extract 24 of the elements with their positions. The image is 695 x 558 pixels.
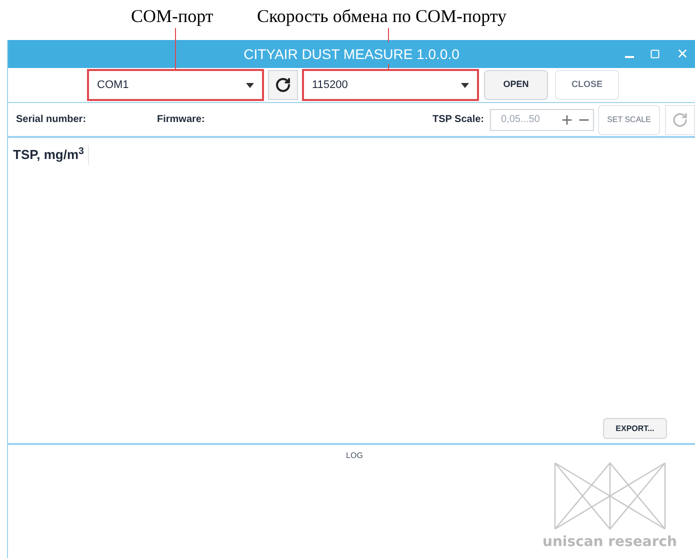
button[interactable]: OPEN xyxy=(484,70,548,100)
annotation-label: COM-порт xyxy=(131,7,214,25)
leader-line xyxy=(175,28,176,69)
leader-line xyxy=(388,28,389,42)
axis-label: TSP, mg/m$^{3}$ xyxy=(13,145,89,164)
serial-number-label: Serial number: xyxy=(16,113,88,127)
export-button[interactable]: EXPORT... xyxy=(603,418,667,439)
plus-icon[interactable] xyxy=(560,112,574,126)
refresh-button[interactable] xyxy=(268,70,298,100)
maximize-icon[interactable] xyxy=(650,48,660,58)
scale-label: TSP Scale: xyxy=(432,113,484,127)
log-title: LOG xyxy=(346,450,363,462)
dropdown[interactable]: 115200 xyxy=(302,69,479,101)
close-icon[interactable] xyxy=(676,47,689,60)
firmware-label: Firmware: xyxy=(157,113,205,127)
caret-icon xyxy=(246,82,254,88)
logo-icon xyxy=(554,462,666,530)
dropdown[interactable]: COM1 xyxy=(87,69,264,101)
annotation-label: Скорость обмена по COM-порту xyxy=(257,7,506,25)
logo-text: uniscan research xyxy=(542,533,677,552)
window-title: CITYAIR DUST MEASURE 1.0.0.0 xyxy=(244,44,460,64)
refresh-icon xyxy=(672,112,688,128)
caret-icon xyxy=(461,82,469,88)
refresh-icon xyxy=(275,77,291,93)
